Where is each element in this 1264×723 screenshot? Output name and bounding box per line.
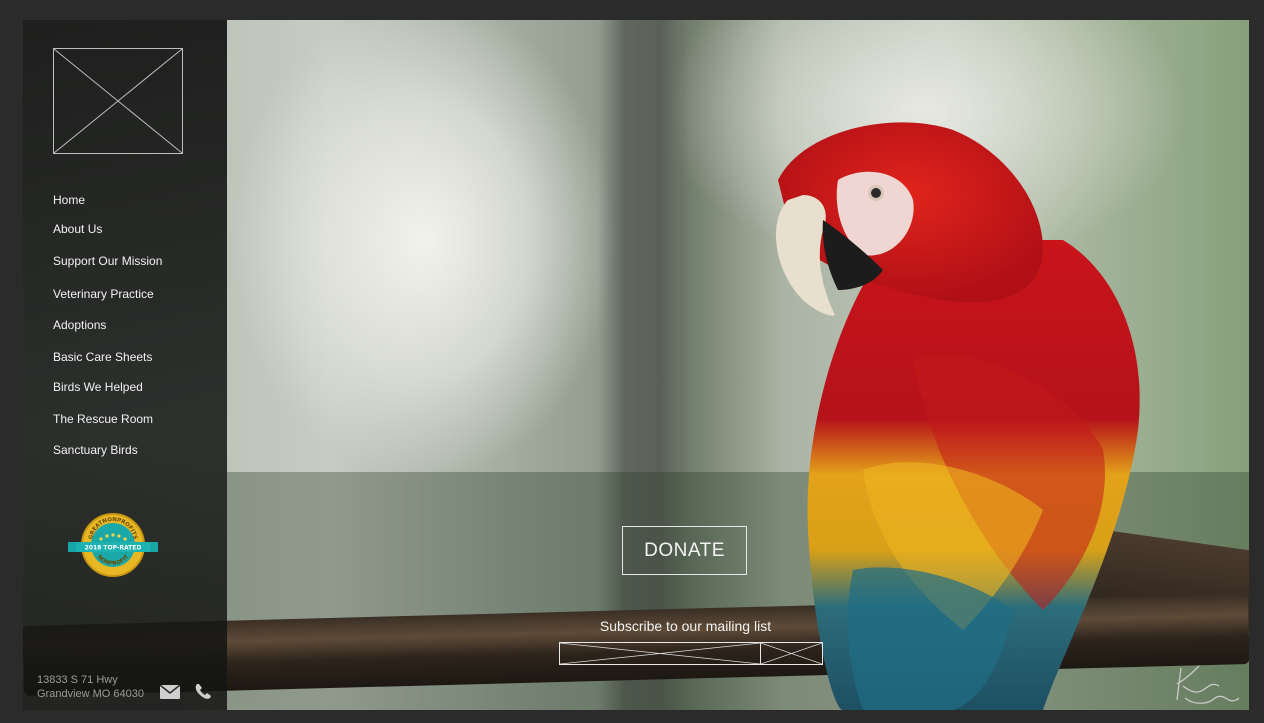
nav-item-about-us[interactable]: About Us <box>53 222 102 236</box>
donate-button[interactable]: DONATE <box>622 526 747 575</box>
nav-item-support-our-mission[interactable]: Support Our Mission <box>53 254 162 268</box>
page-frame: Home About Us Support Our Mission Veteri… <box>23 20 1249 710</box>
badge-ribbon-text: 2018 TOP-RATED <box>85 545 142 552</box>
phone-icon[interactable] <box>194 683 212 701</box>
address: 13833 S 71 Hwy Grandview MO 64030 <box>37 673 144 701</box>
sidebar: Home About Us Support Our Mission Veteri… <box>23 20 227 710</box>
subscribe-submit-button[interactable] <box>760 642 823 665</box>
photographer-signature <box>1176 665 1240 704</box>
input-placeholder-cross <box>560 643 760 664</box>
address-line-1: 13833 S 71 Hwy <box>37 674 118 686</box>
parrot-illustration <box>776 122 1140 710</box>
logo-placeholder[interactable] <box>53 48 183 154</box>
nav-item-adoptions[interactable]: Adoptions <box>53 318 106 332</box>
nav-item-birds-we-helped[interactable]: Birds We Helped <box>53 380 143 394</box>
mail-icon[interactable] <box>160 685 180 699</box>
logo-placeholder-cross <box>54 49 182 153</box>
nav-item-home[interactable]: Home <box>53 193 85 207</box>
top-rated-nonprofit-badge[interactable]: GREATNONPROFITS 2018 TOP-RATED NONPROFIT <box>68 512 158 578</box>
nav-item-basic-care-sheets[interactable]: Basic Care Sheets <box>53 350 152 364</box>
nav-item-veterinary-practice[interactable]: Veterinary Practice <box>53 287 154 301</box>
button-placeholder-cross <box>761 643 822 664</box>
nav-item-sanctuary-birds[interactable]: Sanctuary Birds <box>53 443 138 457</box>
address-line-2: Grandview MO 64030 <box>37 688 144 700</box>
subscribe-email-input[interactable] <box>559 642 761 665</box>
nav-item-the-rescue-room[interactable]: The Rescue Room <box>53 412 153 426</box>
subscribe-label: Subscribe to our mailing list <box>599 618 772 634</box>
